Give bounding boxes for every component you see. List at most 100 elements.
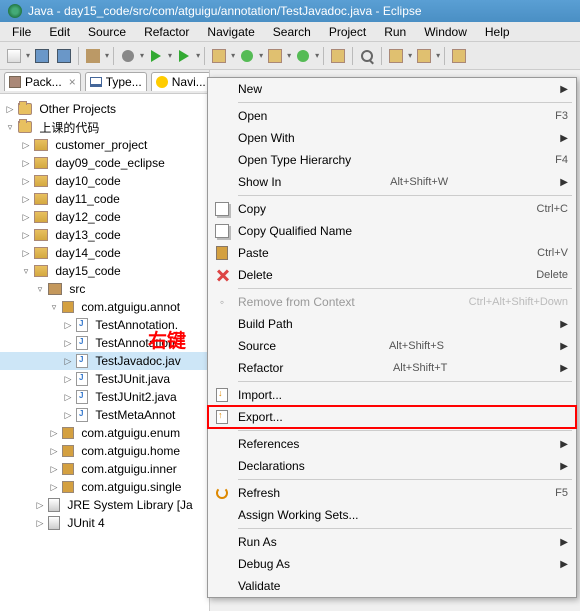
tree-project[interactable]: ▷ day10_code — [0, 172, 209, 190]
cm-source[interactable]: SourceAlt+Shift+S ▶ — [208, 335, 576, 357]
tree-package[interactable]: ▷ com.atguigu.enum — [0, 424, 209, 442]
cm-assign-working-sets[interactable]: Assign Working Sets... — [208, 504, 576, 526]
refresh-icon — [216, 487, 228, 499]
cm-validate[interactable]: Validate — [208, 575, 576, 597]
project-icon — [34, 229, 48, 241]
tree-java-file[interactable]: ▷ TestJUnit.java — [0, 370, 209, 388]
cm-copy-qualified-name[interactable]: Copy Qualified Name — [208, 220, 576, 242]
menu-bar: File Edit Source Refactor Navigate Searc… — [0, 22, 580, 42]
delete-icon — [216, 269, 228, 281]
tree-project[interactable]: ▷ day12_code — [0, 208, 209, 226]
cm-export[interactable]: Export... — [208, 406, 576, 428]
cm-declarations[interactable]: Declarations▶ — [208, 455, 576, 477]
library-icon — [48, 516, 60, 530]
copy-icon — [215, 202, 229, 216]
annotation-label: 右键 — [148, 326, 186, 353]
tree-package[interactable]: ▷ com.atguigu.single — [0, 478, 209, 496]
tree-junit-library[interactable]: ▷ JUnit 4 — [0, 514, 209, 532]
menu-help[interactable]: Help — [477, 23, 518, 41]
save-all-button[interactable] — [54, 46, 74, 66]
run-button[interactable] — [146, 46, 166, 66]
tab-type-hierarchy[interactable]: Type... — [85, 72, 147, 91]
package-icon — [62, 445, 74, 457]
tree-java-file[interactable]: ▷ TestJUnit2.java — [0, 388, 209, 406]
tree-java-file[interactable]: ▷ TestMetaAnnot — [0, 406, 209, 424]
close-tab-icon[interactable]: × — [69, 75, 76, 89]
package-button[interactable] — [209, 46, 229, 66]
tree-src-folder[interactable]: ▿ src — [0, 280, 209, 298]
project-icon — [34, 157, 48, 169]
tree-java-file-selected[interactable]: ▷ TestJavadoc.jav — [0, 352, 209, 370]
paste-icon — [216, 246, 228, 260]
cm-copy[interactable]: CopyCtrl+C — [208, 198, 576, 220]
hammer-button[interactable] — [83, 46, 103, 66]
menu-run[interactable]: Run — [376, 23, 414, 41]
class-button[interactable] — [237, 46, 257, 66]
cm-paste[interactable]: PasteCtrl+V — [208, 242, 576, 264]
cm-import[interactable]: Import... — [208, 384, 576, 406]
cm-debug-as[interactable]: Debug As▶ — [208, 553, 576, 575]
cm-run-as[interactable]: Run As▶ — [208, 531, 576, 553]
save-button[interactable] — [32, 46, 52, 66]
misc-button-4[interactable] — [414, 46, 434, 66]
tree-other-projects[interactable]: ▷ Other Projects — [0, 100, 209, 118]
package-icon — [62, 427, 74, 439]
folder-button[interactable] — [265, 46, 285, 66]
menu-window[interactable]: Window — [416, 23, 475, 41]
folder-icon — [18, 103, 32, 115]
tree-package-annotation[interactable]: ▿ com.atguigu.annot — [0, 298, 209, 316]
menu-edit[interactable]: Edit — [41, 23, 78, 41]
java-file-icon — [76, 336, 88, 350]
cm-build-path[interactable]: Build Path▶ — [208, 313, 576, 335]
cm-remove-context: ◦Remove from ContextCtrl+Alt+Shift+Down — [208, 291, 576, 313]
package-icon — [62, 463, 74, 475]
cm-show-in[interactable]: Show InAlt+Shift+W ▶ — [208, 171, 576, 193]
menu-file[interactable]: File — [4, 23, 39, 41]
misc-button-1[interactable] — [293, 46, 313, 66]
folder-icon — [18, 121, 32, 133]
tree-jre-library[interactable]: ▷ JRE System Library [Ja — [0, 496, 209, 514]
cm-new[interactable]: New▶ — [208, 78, 576, 100]
library-icon — [48, 498, 60, 512]
window-title: Java - day15_code/src/com/atguigu/annota… — [28, 4, 422, 18]
eclipse-icon — [8, 4, 22, 18]
tree-project[interactable]: ▷ day11_code — [0, 190, 209, 208]
search-button[interactable] — [357, 46, 377, 66]
cm-open[interactable]: OpenF3 — [208, 105, 576, 127]
tree-project[interactable]: ▷ day13_code — [0, 226, 209, 244]
project-icon — [34, 193, 48, 205]
java-file-icon — [76, 408, 88, 422]
navigator-icon — [156, 76, 168, 88]
cm-refresh[interactable]: RefreshF5 — [208, 482, 576, 504]
tree-project[interactable]: ▷ day09_code_eclipse — [0, 154, 209, 172]
cm-open-with[interactable]: Open With▶ — [208, 127, 576, 149]
tree-package[interactable]: ▷ com.atguigu.home — [0, 442, 209, 460]
tree-project[interactable]: ▷ day14_code — [0, 244, 209, 262]
menu-navigate[interactable]: Navigate — [199, 23, 262, 41]
view-tabs: Pack...× Type... Navi... — [0, 70, 209, 94]
cm-delete[interactable]: DeleteDelete — [208, 264, 576, 286]
menu-search[interactable]: Search — [265, 23, 319, 41]
cm-refactor[interactable]: RefactorAlt+Shift+T ▶ — [208, 357, 576, 379]
misc-button-3[interactable] — [386, 46, 406, 66]
tab-package-explorer[interactable]: Pack...× — [4, 72, 81, 91]
tree-package[interactable]: ▷ com.atguigu.inner — [0, 460, 209, 478]
tree-top-folder[interactable]: ▿ 上课的代码 — [0, 118, 209, 136]
debug-button[interactable] — [118, 46, 138, 66]
misc-button-2[interactable] — [328, 46, 348, 66]
menu-project[interactable]: Project — [321, 23, 374, 41]
tree-project[interactable]: ▷ customer_project — [0, 136, 209, 154]
tree-project-day15[interactable]: ▿ day15_code — [0, 262, 209, 280]
cm-references[interactable]: References▶ — [208, 433, 576, 455]
project-icon — [34, 211, 48, 223]
tab-navigator[interactable]: Navi... — [151, 72, 210, 91]
new-button[interactable] — [4, 46, 24, 66]
menu-source[interactable]: Source — [80, 23, 134, 41]
misc-button-5[interactable] — [449, 46, 469, 66]
cm-open-type-hierarchy[interactable]: Open Type HierarchyF4 — [208, 149, 576, 171]
package-tree[interactable]: ▷ Other Projects ▿ 上课的代码 ▷ customer_proj… — [0, 94, 209, 538]
menu-refactor[interactable]: Refactor — [136, 23, 197, 41]
title-bar: Java - day15_code/src/com/atguigu/annota… — [0, 0, 580, 22]
run-last-button[interactable] — [174, 46, 194, 66]
toolbar: ▾ ▾ ▾ ▾ ▾ ▾ ▾ ▾ ▾ ▾ ▾ — [0, 42, 580, 70]
